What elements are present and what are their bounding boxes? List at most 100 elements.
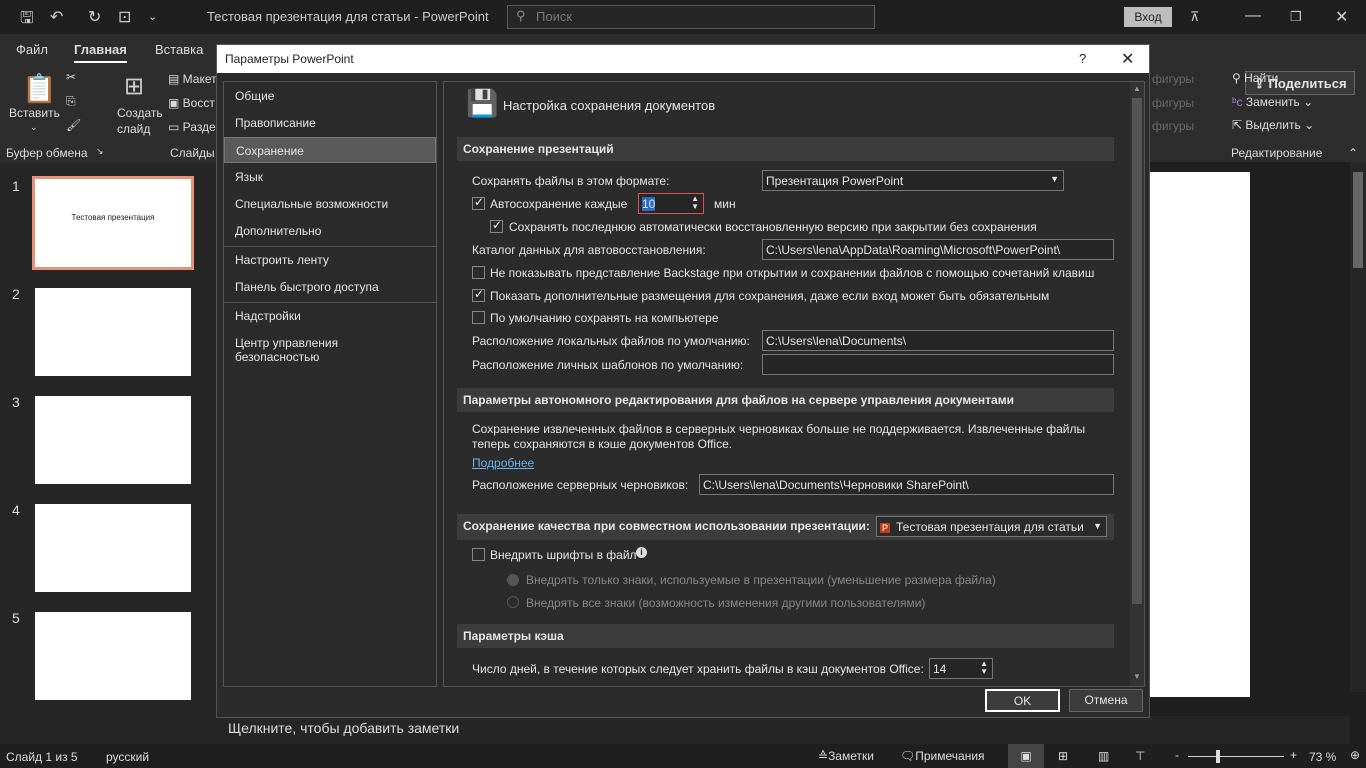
nav-trust-center[interactable]: Центр управления безопасностью: [224, 330, 436, 364]
ok-button[interactable]: OK: [985, 689, 1060, 712]
notes-input[interactable]: Щелкните, чтобы добавить заметки: [216, 716, 1350, 744]
cancel-button[interactable]: Отмена: [1069, 689, 1143, 712]
paste-button[interactable]: Вставить: [9, 106, 60, 120]
comments-toggle[interactable]: 🗨Примечания: [900, 749, 985, 763]
collapse-ribbon-icon[interactable]: ⌃: [1348, 146, 1358, 160]
zoom-level[interactable]: 73 %: [1309, 750, 1336, 764]
nav-proofing[interactable]: Правописание: [224, 110, 436, 136]
tab-home[interactable]: Главная: [74, 42, 127, 63]
present-icon[interactable]: ⊡: [118, 7, 131, 27]
slide-counter: Слайд 1 из 5: [6, 750, 78, 764]
presentation-select[interactable]: P Тестовая презентация для статьи ▼: [876, 516, 1107, 537]
slide-thumbnail-4[interactable]: [35, 504, 191, 592]
editor-scrollbar[interactable]: [1350, 162, 1366, 692]
embed-fonts-label: Внедрить шрифты в файл: [490, 548, 637, 562]
reset-button[interactable]: ▣ Восст: [168, 96, 215, 110]
zoom-slider[interactable]: [1188, 750, 1284, 763]
more-info-link[interactable]: Подробнее: [472, 456, 534, 470]
show-places-checkbox[interactable]: [472, 287, 485, 302]
templates-location-input[interactable]: [762, 354, 1114, 375]
help-button[interactable]: ?: [1079, 51, 1086, 66]
zoom-out-icon[interactable]: -: [1175, 748, 1179, 762]
nav-advanced[interactable]: Дополнительно: [224, 218, 436, 244]
spin-icon[interactable]: ▲ ▼: [980, 660, 988, 676]
drafts-location-input[interactable]: C:\Users\lena\Documents\Черновики ShareP…: [699, 474, 1114, 495]
cache-days-stepper[interactable]: 14 ▲ ▼: [929, 658, 993, 679]
format-painter-icon[interactable]: 🖌: [66, 118, 81, 132]
slide-canvas[interactable]: [1150, 172, 1250, 697]
autosave-checkbox[interactable]: [472, 195, 485, 210]
autosave-minutes-stepper[interactable]: 10 ▲ ▼: [638, 193, 704, 214]
save-floppy-icon: 💾: [466, 88, 499, 118]
slideshow-icon[interactable]: ⊤: [1135, 749, 1145, 763]
save-icon[interactable]: 🖫: [20, 7, 34, 34]
scroll-up-icon[interactable]: ▲: [1133, 84, 1141, 93]
format-select[interactable]: Презентация PowerPoint ▼: [762, 170, 1064, 191]
login-button[interactable]: Вход: [1124, 7, 1172, 27]
offline-text: Сохранение извлеченных файлов в серверны…: [472, 422, 1086, 436]
scroll-thumb[interactable]: [1132, 98, 1142, 604]
nav-general[interactable]: Общие: [224, 83, 436, 109]
close-window-icon[interactable]: ✕: [1335, 7, 1348, 27]
normal-view-icon[interactable]: ▣: [1008, 744, 1044, 768]
new-slide-button-2[interactable]: слайд: [117, 122, 150, 136]
options-scrollbar[interactable]: ▲ ▼: [1130, 82, 1144, 686]
section-button[interactable]: ▭ Разде: [168, 120, 216, 134]
zoom-slider-thumb[interactable]: [1216, 750, 1220, 763]
find-button[interactable]: ⚲ Найти: [1232, 71, 1278, 85]
nav-customize-ribbon[interactable]: Настроить ленту: [224, 247, 436, 273]
no-backstage-checkbox[interactable]: [472, 266, 485, 279]
slide-number: 4: [12, 502, 20, 518]
dialog-title-bar: Параметры PowerPoint ? ✕: [217, 45, 1149, 73]
reading-view-icon[interactable]: ▥: [1098, 749, 1109, 763]
format-label: Сохранять файлы в этом формате:: [472, 174, 670, 188]
spin-icon[interactable]: ▲ ▼: [691, 195, 699, 211]
redo-icon[interactable]: ↻: [88, 7, 101, 27]
paste-icon[interactable]: 📋: [22, 72, 57, 105]
paste-dropdown-icon[interactable]: ⌄: [30, 122, 38, 133]
tab-insert[interactable]: Вставка: [155, 42, 203, 57]
nav-accessibility[interactable]: Специальные возможности: [224, 191, 436, 217]
autorecover-input[interactable]: C:\Users\lena\AppData\Roaming\Microsoft\…: [762, 239, 1114, 260]
copy-icon[interactable]: ⎘: [66, 94, 76, 109]
notes-toggle[interactable]: ≙Заметки: [818, 749, 874, 763]
new-slide-icon[interactable]: ⊞: [124, 72, 144, 101]
search-input[interactable]: ⚲ Поиск: [507, 5, 875, 29]
nav-language[interactable]: Язык: [224, 164, 436, 190]
fit-to-window-icon[interactable]: ⊕: [1350, 748, 1360, 762]
new-slide-button[interactable]: Создать: [117, 106, 163, 120]
slide-thumbnail-2[interactable]: [35, 288, 191, 376]
presentation-select-value: Тестовая презентация для статьи: [896, 520, 1084, 534]
slide-thumbnail-3[interactable]: [35, 396, 191, 484]
embed-all-radio[interactable]: [507, 596, 519, 608]
save-local-checkbox[interactable]: [472, 311, 485, 324]
zoom-in-icon[interactable]: +: [1290, 748, 1297, 762]
nav-quick-access[interactable]: Панель быстрого доступа: [224, 274, 436, 300]
close-icon[interactable]: ✕: [1121, 49, 1134, 69]
slide-thumbnails-pane: 1 Тестовая презентация 2 3 4 5: [0, 162, 216, 744]
keep-last-checkbox[interactable]: [490, 218, 503, 233]
slide-sorter-icon[interactable]: ⊞: [1058, 749, 1068, 763]
undo-icon[interactable]: ↶: [50, 7, 63, 27]
language-indicator[interactable]: русский: [106, 750, 149, 764]
info-icon[interactable]: i: [636, 547, 647, 558]
layout-button[interactable]: ▤ Макет: [168, 72, 217, 86]
embed-used-radio[interactable]: [507, 574, 519, 586]
local-location-input[interactable]: C:\Users\lena\Documents\: [762, 330, 1114, 351]
select-button[interactable]: ⇱ Выделить ⌄: [1232, 118, 1314, 132]
templates-location-label: Расположение личных шаблонов по умолчани…: [472, 358, 744, 372]
nav-addins[interactable]: Надстройки: [224, 303, 436, 329]
restore-icon[interactable]: ❐: [1290, 9, 1302, 25]
replace-button[interactable]: ᵇc Заменить ⌄: [1232, 95, 1313, 109]
tab-file[interactable]: Файл: [16, 42, 48, 57]
nav-save[interactable]: Сохранение: [224, 137, 436, 163]
slide-thumbnail-5[interactable]: [35, 612, 191, 700]
slide-thumbnail-1[interactable]: Тестовая презентация: [32, 176, 194, 270]
customize-qat-icon[interactable]: ⌄: [148, 10, 157, 23]
scroll-down-icon[interactable]: ▼: [1133, 672, 1141, 681]
cut-icon[interactable]: ✂: [66, 70, 76, 84]
dialog-launcher-icon[interactable]: ↘: [96, 146, 104, 157]
ribbon-display-icon[interactable]: ⊼: [1190, 9, 1200, 25]
embed-fonts-checkbox[interactable]: [472, 548, 485, 561]
minimize-icon[interactable]: —: [1245, 7, 1261, 25]
